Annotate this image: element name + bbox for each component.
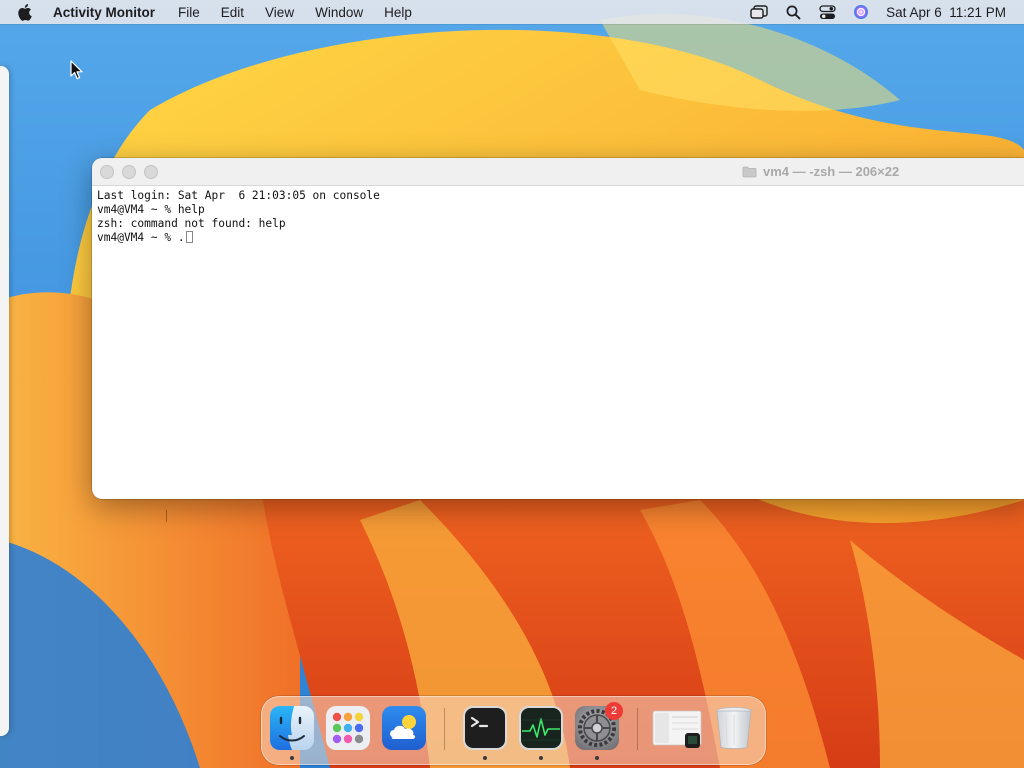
window-stack-icon[interactable]: [750, 3, 768, 21]
terminal-window[interactable]: vm4 — -zsh — 206×22 Last login: Sat Apr …: [92, 158, 1024, 499]
terminal-prompt-line[interactable]: vm4@VM4 ~ % .: [97, 231, 1024, 245]
menu-file[interactable]: File: [178, 5, 200, 20]
mouse-pointer-icon: [70, 60, 83, 80]
siri-icon[interactable]: [852, 3, 870, 21]
terminal-output[interactable]: Last login: Sat Apr 6 21:03:05 on consol…: [92, 186, 1024, 248]
menu-window[interactable]: Window: [315, 5, 363, 20]
terminal-title: vm4 — -zsh — 206×22: [742, 158, 899, 185]
terminal-line: vm4@VM4 ~ % help: [97, 203, 205, 216]
zoom-button[interactable]: [144, 165, 158, 179]
window-controls: [100, 165, 158, 179]
terminal-line: Last login: Sat Apr 6 21:03:05 on consol…: [97, 189, 380, 202]
weather-icon[interactable]: [381, 705, 427, 751]
dock-separator: [637, 708, 638, 750]
wallpaper-mark: [166, 510, 167, 522]
terminal-titlebar[interactable]: vm4 — -zsh — 206×22: [92, 158, 1024, 186]
close-button[interactable]: [100, 165, 114, 179]
menu-view[interactable]: View: [265, 5, 294, 20]
window-thumbnail-icon[interactable]: [652, 705, 702, 751]
running-indicator: [539, 756, 543, 760]
terminal-prompt: vm4@VM4 ~ % .: [97, 231, 185, 244]
app-name-menu[interactable]: Activity Monitor: [53, 5, 155, 20]
minimize-button[interactable]: [122, 165, 136, 179]
menu-bar: Activity Monitor File Edit View Window H…: [0, 0, 1024, 24]
running-indicator: [595, 756, 599, 760]
search-icon[interactable]: [784, 3, 802, 21]
menu-edit[interactable]: Edit: [221, 5, 244, 20]
menu-bar-clock[interactable]: Sat Apr 6 11:21 PM: [886, 5, 1006, 20]
text-cursor: [185, 231, 193, 243]
control-center-icon[interactable]: [818, 3, 836, 21]
folder-icon: [742, 166, 757, 177]
running-indicator: [290, 756, 294, 760]
terminal-icon[interactable]: [462, 705, 508, 751]
dock: 2: [261, 696, 766, 765]
apple-menu-icon[interactable]: [18, 3, 34, 21]
launchpad-icon[interactable]: [325, 705, 371, 751]
activity-monitor-icon[interactable]: [518, 705, 564, 751]
trash-icon[interactable]: [711, 705, 757, 751]
running-indicator: [483, 756, 487, 760]
background-window-edge[interactable]: [0, 66, 9, 736]
terminal-title-text: vm4 — -zsh — 206×22: [763, 164, 900, 179]
menu-help[interactable]: Help: [384, 5, 412, 20]
terminal-line: zsh: command not found: help: [97, 217, 286, 230]
notification-badge: 2: [605, 702, 623, 720]
dock-separator: [444, 708, 445, 750]
finder-icon[interactable]: [269, 705, 315, 751]
